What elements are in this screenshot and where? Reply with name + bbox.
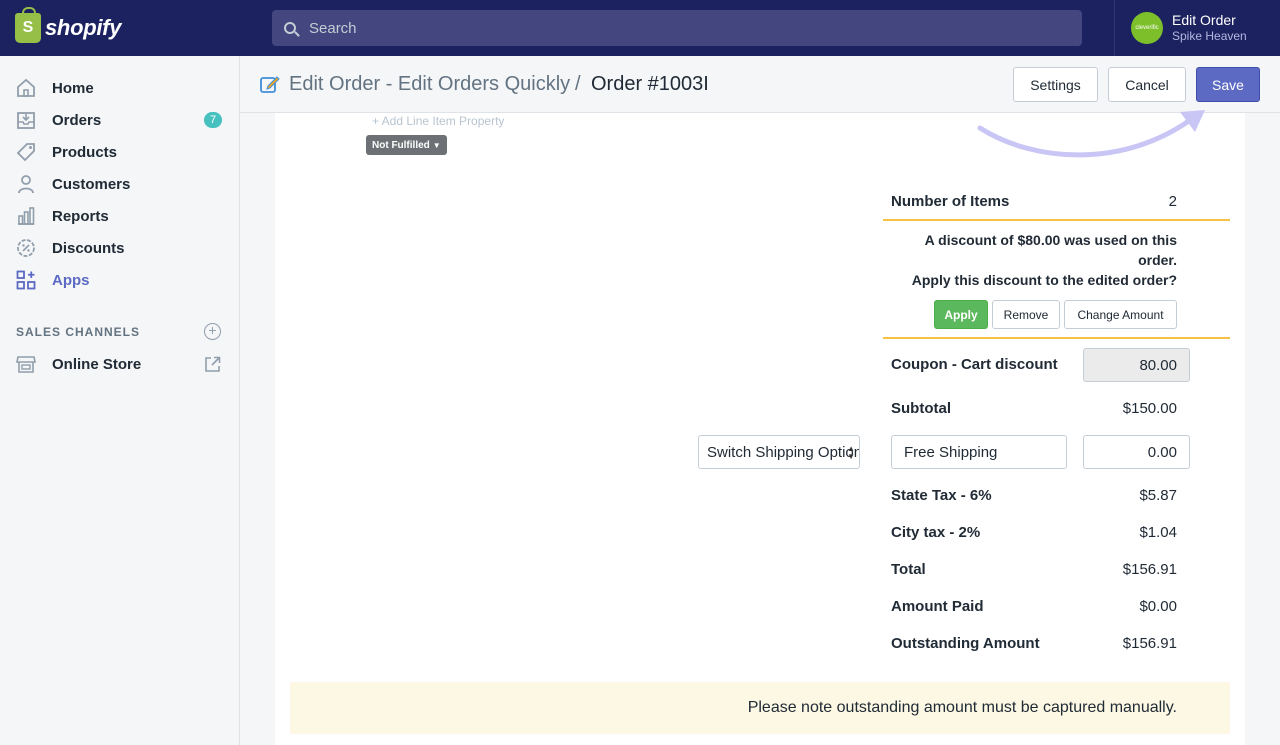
top-bar: S shopify Search cleverific Edit Order S… [0,0,1280,56]
settings-button[interactable]: Settings [1013,67,1098,102]
shopify-logo[interactable]: S shopify [0,0,240,56]
account-shop-name: Spike Heaven [1172,29,1247,43]
orders-icon [16,110,36,130]
sidebar-item-products[interactable]: Products [0,136,240,168]
sidebar-item-customers[interactable]: Customers [0,168,240,200]
amount-paid-label: Amount Paid [891,598,984,615]
coupon-amount-field: 80.00 [1083,348,1190,382]
select-arrows-icon: ▲ ▼ [847,444,855,461]
sidebar: Home Orders 7 Products Customers Reports… [0,56,240,745]
sidebar-item-label: Customers [52,175,131,193]
search-input[interactable]: Search [309,20,357,37]
notice-text: Please note outstanding amount must be c… [747,699,1177,716]
city-tax-label: City tax - 2% [891,524,981,541]
shipping-name-field[interactable]: Free Shipping [891,435,1067,469]
fulfillment-status-dropdown[interactable]: Not Fulfilled ▼ [366,135,447,155]
outstanding-amount-label: Outstanding Amount [891,635,1040,652]
page-title: Order #1003I [591,73,709,95]
breadcrumb-app-link[interactable]: Edit Order - Edit Orders Quickly [289,73,570,96]
sidebar-item-label: Home [52,79,94,97]
sidebar-item-discounts[interactable]: Discounts [0,232,240,264]
number-of-items-label: Number of Items [891,193,1010,210]
shipping-amount-field[interactable]: 0.00 [1083,435,1190,469]
home-icon [16,78,36,98]
sidebar-item-home[interactable]: Home [0,72,240,104]
apply-discount-button[interactable]: Apply [934,300,988,329]
sidebar-item-label: Online Store [52,355,142,373]
hint-arrow-icon [977,110,1205,158]
state-tax-label: State Tax - 6% [891,487,992,504]
shopify-bag-icon: S [15,7,41,43]
shipping-options-value: Switch Shipping Options [707,443,860,461]
edit-order-app-icon [260,74,280,99]
add-line-item-property-link[interactable]: + Add Line Item Property [372,114,504,128]
order-panel [275,113,1245,745]
total-label: Total [891,561,926,578]
change-amount-button[interactable]: Change Amount [1064,300,1177,329]
account-app-name: Edit Order [1172,12,1236,28]
caret-down-icon: ▼ [432,140,441,150]
save-button[interactable]: Save [1196,67,1260,102]
tag-icon [16,142,36,162]
discount-message: A discount of $80.00 was used on this or… [883,230,1177,290]
store-icon [16,354,36,374]
remove-discount-button[interactable]: Remove [992,300,1060,329]
orders-count-badge: 7 [204,112,222,128]
sidebar-item-label: Products [52,143,118,161]
discount-question: Apply this discount to the edited order? [911,272,1177,288]
divider [883,337,1230,339]
external-link-icon[interactable] [204,356,221,378]
coupon-label: Coupon - Cart discount [891,356,1058,373]
bar-chart-icon [16,206,36,226]
search-bar[interactable]: Search [272,10,1082,46]
total-value: $156.91 [1122,561,1177,578]
add-sales-channel-icon[interactable]: + [204,323,221,340]
sidebar-item-apps[interactable]: Apps [0,264,240,296]
sidebar-item-label: Orders [52,111,102,129]
sidebar-item-online-store[interactable]: Online Store [0,348,240,380]
sidebar-item-label: Apps [52,271,90,289]
brand-name: shopify [45,15,122,40]
shipping-options-select[interactable]: Switch Shipping Options ▲ ▼ [698,435,860,469]
sidebar-item-label: Reports [52,207,109,225]
divider [883,219,1230,221]
subtotal-value: $150.00 [1122,400,1177,417]
state-tax-value: $5.87 [1139,487,1177,504]
discount-icon [16,238,36,258]
subtotal-label: Subtotal [891,400,951,417]
avatar: cleverific [1131,12,1163,44]
outstanding-notice: Please note outstanding amount must be c… [290,682,1230,734]
fulfillment-status-label: Not Fulfilled [372,139,430,151]
city-tax-value: $1.04 [1139,524,1177,541]
search-icon [284,22,296,34]
sidebar-item-label: Discounts [52,239,125,257]
breadcrumb-separator: / [575,73,581,95]
number-of-items-value: 2 [1168,193,1177,210]
person-icon [16,174,36,194]
outstanding-amount-value: $156.91 [1122,635,1177,652]
discount-message-line: A discount of $80.00 was used on this or… [924,232,1177,268]
sales-channels-heading: SALES CHANNELS [16,325,141,339]
amount-paid-value: $0.00 [1139,598,1177,615]
apps-icon [16,270,36,290]
account-menu[interactable]: cleverific Edit Order Spike Heaven [1114,0,1280,56]
page-header: Edit Order - Edit Orders Quickly / Order… [240,56,1280,113]
cancel-button[interactable]: Cancel [1108,67,1186,102]
sidebar-item-reports[interactable]: Reports [0,200,240,232]
sidebar-item-orders[interactable]: Orders 7 [0,104,240,136]
